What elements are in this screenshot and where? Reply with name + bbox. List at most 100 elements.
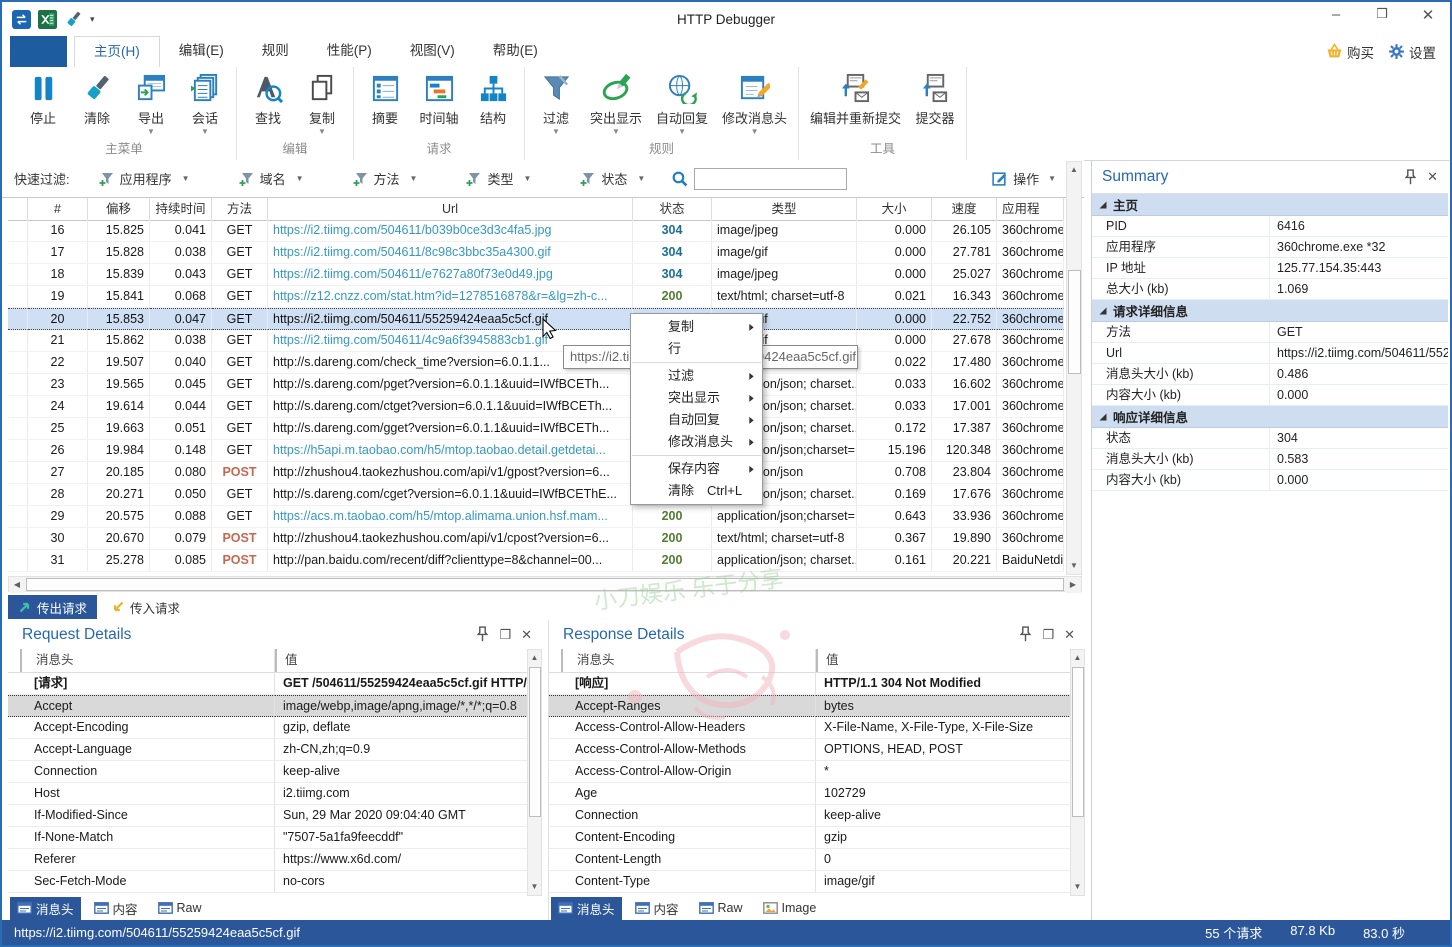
request-header-row[interactable]: Accept-Languagezh-CN,zh;q=0.9 bbox=[8, 739, 542, 761]
summary-section-2[interactable]: 请求详细信息 bbox=[1092, 300, 1448, 322]
response-value-column-header[interactable]: 值 bbox=[816, 649, 1085, 672]
file-menu-block[interactable] bbox=[10, 36, 67, 67]
context-menu-item-过滤[interactable]: 过滤 bbox=[631, 365, 762, 387]
column-header-4[interactable]: 方法 bbox=[212, 198, 268, 221]
buy-link[interactable]: 购买 bbox=[1326, 42, 1374, 62]
response-header-row[interactable]: Content-Encodinggzip bbox=[549, 827, 1085, 849]
ribbon-button-timeline[interactable]: 时间轴 bbox=[412, 67, 466, 127]
vscroll-thumb[interactable] bbox=[1068, 270, 1081, 374]
filter-dropdown-4[interactable]: 类型▼ bbox=[465, 169, 531, 188]
request-header-row[interactable]: Acceptimage/webp,image/apng,image/*,*/*;… bbox=[8, 695, 542, 717]
close-button[interactable]: ✕ bbox=[1418, 6, 1438, 24]
ribbon-button-brush[interactable]: 清除 bbox=[70, 67, 124, 127]
response-header-row[interactable]: Access-Control-Allow-HeadersX-File-Name,… bbox=[549, 717, 1085, 739]
table-row[interactable]: 1715.8280.038GEThttps://i2.tiimg.com/504… bbox=[8, 242, 1066, 264]
scroll-thumb[interactable] bbox=[1072, 667, 1084, 817]
response-tab-raw[interactable]: Raw bbox=[692, 899, 750, 917]
table-row[interactable]: 2419.6140.044GEThttp://s.dareng.com/ctge… bbox=[8, 396, 1066, 418]
ribbon-button-find[interactable]: 查找 bbox=[241, 67, 295, 127]
action-button[interactable]: 操作 ▼ bbox=[991, 169, 1056, 188]
table-row[interactable]: 2920.5750.088GEThttps://acs.m.taobao.com… bbox=[8, 506, 1066, 528]
scroll-down-icon[interactable]: ▼ bbox=[528, 879, 541, 895]
pin-icon[interactable] bbox=[476, 628, 489, 642]
table-row[interactable]: 1915.8410.068GEThttps://z12.cnzz.com/sta… bbox=[8, 286, 1066, 308]
table-row[interactable]: 2115.8620.038GEThttps://i2.tiimg.com/504… bbox=[8, 330, 1066, 352]
table-row[interactable]: 3020.6700.079POSThttp://zhushou4.taokezh… bbox=[8, 528, 1066, 550]
response-header-row[interactable]: Age102729 bbox=[549, 783, 1085, 805]
close-icon[interactable]: ✕ bbox=[521, 627, 532, 643]
menu-tab-2[interactable]: 编辑(E) bbox=[160, 36, 243, 67]
response-header-row[interactable]: Access-Control-Allow-MethodsOPTIONS, HEA… bbox=[549, 739, 1085, 761]
context-menu-item-清除[interactable]: 清除Ctrl+L bbox=[631, 480, 762, 502]
summary-section-1[interactable]: 主页 bbox=[1092, 194, 1448, 216]
scroll-left-icon[interactable]: ◀ bbox=[9, 577, 25, 593]
menu-tab-3[interactable]: 规则 bbox=[243, 36, 308, 67]
stream-tab-1[interactable]: 传出请求 bbox=[8, 595, 97, 619]
hscroll-thumb[interactable] bbox=[26, 578, 1064, 591]
response-tab-消息头[interactable]: 消息头 bbox=[551, 897, 622, 920]
filter-dropdown-1[interactable]: 应用程序▼ bbox=[98, 169, 190, 188]
context-menu-item-行[interactable]: 行 bbox=[631, 338, 762, 360]
column-header-6[interactable]: 状态 bbox=[633, 198, 712, 221]
column-header-8[interactable]: 大小 bbox=[857, 198, 932, 221]
dropdown-arrow-icon[interactable]: ▼ bbox=[201, 129, 209, 135]
ribbon-button-highlight[interactable]: 突出显示▼ bbox=[583, 67, 649, 135]
clear-brush-icon[interactable] bbox=[64, 10, 83, 29]
column-header-10[interactable]: 应用程 bbox=[997, 198, 1064, 221]
ribbon-button-export[interactable]: 导出▼ bbox=[124, 67, 178, 135]
minimize-button[interactable]: – bbox=[1326, 6, 1346, 24]
dropdown-arrow-icon[interactable]: ▼ bbox=[318, 129, 326, 135]
table-row[interactable]: 2519.6630.051GEThttp://s.dareng.com/gget… bbox=[8, 418, 1066, 440]
column-header-1[interactable]: # bbox=[28, 198, 88, 221]
column-header-7[interactable]: 类型 bbox=[712, 198, 857, 221]
request-header-row[interactable]: If-Modified-SinceSun, 29 Mar 2020 09:04:… bbox=[8, 805, 542, 827]
response-key-column-header[interactable]: 消息头 bbox=[561, 649, 816, 672]
restore-icon[interactable]: ❒ bbox=[1042, 627, 1054, 643]
table-row[interactable]: 1615.8250.041GEThttps://i2.tiimg.com/504… bbox=[8, 220, 1066, 242]
context-menu-item-自动回复[interactable]: 自动回复 bbox=[631, 409, 762, 431]
request-header-row[interactable]: Connectionkeep-alive bbox=[8, 761, 542, 783]
qat-dropdown-icon[interactable]: ▾ bbox=[90, 14, 95, 25]
search-input[interactable] bbox=[694, 168, 847, 190]
scroll-down-icon[interactable]: ▼ bbox=[1067, 558, 1081, 574]
request-header-row[interactable]: If-None-Match"7507-5a1fa9feecddf" bbox=[8, 827, 542, 849]
ribbon-button-modify[interactable]: 修改消息头▼ bbox=[715, 67, 794, 135]
scroll-up-icon[interactable]: ▲ bbox=[528, 650, 541, 666]
request-value-column-header[interactable]: 值 bbox=[275, 649, 542, 672]
table-row[interactable]: 3125.2780.085POSThttp://pan.baidu.com/re… bbox=[8, 550, 1066, 572]
request-header-row[interactable]: Refererhttps://www.x6d.com/ bbox=[8, 849, 542, 871]
summary-section-3[interactable]: 响应详细信息 bbox=[1092, 406, 1448, 428]
settings-link[interactable]: 设置 bbox=[1388, 42, 1436, 62]
close-icon[interactable]: ✕ bbox=[1064, 627, 1075, 643]
request-header-row[interactable]: Hosti2.tiimg.com bbox=[8, 783, 542, 805]
ribbon-button-funnel[interactable]: 过滤▼ bbox=[529, 67, 583, 135]
dropdown-arrow-icon[interactable]: ▼ bbox=[678, 129, 686, 135]
request-tab-内容[interactable]: 内容 bbox=[87, 897, 145, 920]
ribbon-button-copy[interactable]: 复制▼ bbox=[295, 67, 349, 135]
dropdown-arrow-icon[interactable]: ▼ bbox=[552, 129, 560, 135]
menu-tab-4[interactable]: 性能(P) bbox=[308, 36, 391, 67]
dropdown-arrow-icon[interactable]: ▼ bbox=[147, 129, 155, 135]
request-header-row[interactable]: Accept-Encodinggzip, deflate bbox=[8, 717, 542, 739]
table-row[interactable]: 2619.9840.148GEThttps://h5api.m.taobao.c… bbox=[8, 440, 1066, 462]
table-row[interactable]: 2820.2710.050GEThttp://s.dareng.com/cget… bbox=[8, 484, 1066, 506]
restore-icon[interactable]: ❒ bbox=[499, 627, 511, 643]
scroll-thumb[interactable] bbox=[529, 667, 541, 817]
response-header-row[interactable]: Connectionkeep-alive bbox=[549, 805, 1085, 827]
ribbon-button-composer[interactable]: 提交器 bbox=[908, 67, 962, 127]
context-menu-item-突出显示[interactable]: 突出显示 bbox=[631, 387, 762, 409]
ribbon-button-autoreply[interactable]: 自动回复▼ bbox=[649, 67, 715, 135]
response-header-row[interactable]: Content-Length0 bbox=[549, 849, 1085, 871]
menu-tab-6[interactable]: 帮助(E) bbox=[474, 36, 557, 67]
filter-dropdown-3[interactable]: 方法▼ bbox=[352, 169, 418, 188]
table-row[interactable]: 1815.8390.043GEThttps://i2.tiimg.com/504… bbox=[8, 264, 1066, 286]
table-row[interactable]: 2319.5650.045GEThttp://s.dareng.com/pget… bbox=[8, 374, 1066, 396]
close-icon[interactable]: ✕ bbox=[1427, 169, 1438, 185]
request-header-row[interactable]: [请求]GET /504611/55259424eaa5c5cf.gif HTT… bbox=[8, 673, 542, 695]
pin-icon[interactable] bbox=[1404, 170, 1417, 184]
context-menu-item-复制[interactable]: 复制 bbox=[631, 316, 762, 338]
menu-tab-1[interactable]: 主页(H) bbox=[74, 36, 160, 68]
scroll-up-icon[interactable]: ▲ bbox=[1067, 162, 1081, 178]
ribbon-button-session[interactable]: 会话▼ bbox=[178, 67, 232, 135]
response-tab-内容[interactable]: 内容 bbox=[628, 897, 686, 920]
